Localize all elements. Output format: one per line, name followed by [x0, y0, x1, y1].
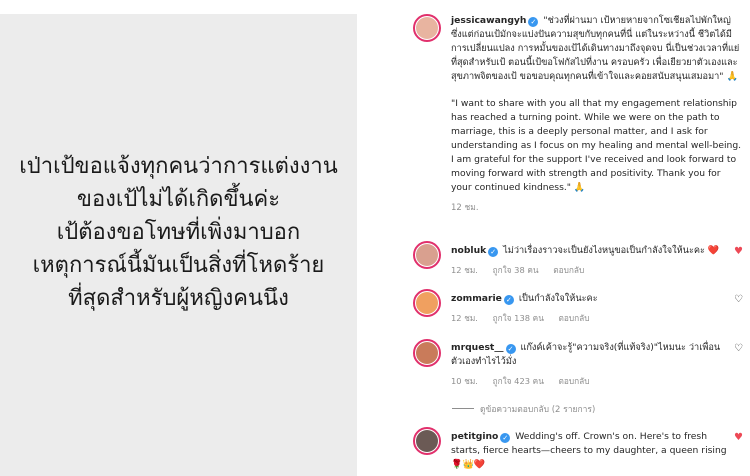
reply-button[interactable]: ตอบกลับ [559, 313, 590, 323]
comment-text: เป็นกำลังใจให้นะคะ [518, 293, 598, 304]
comment-username[interactable]: zommarie [451, 293, 502, 304]
comment-username[interactable]: mrquest__ [451, 342, 504, 353]
announcement-line: เป้ต้องขอโทษที่เพิ่งมาบอก [56, 219, 301, 245]
announcement-text: เป่าเป้ขอแจ้งทุกคนว่าการแต่งงาน ของเป้ไม… [19, 150, 338, 315]
post-username[interactable]: jessicawangyh [451, 15, 526, 26]
comment-username[interactable]: nobluk [451, 245, 486, 256]
like-heart-icon[interactable]: ♥ [734, 433, 744, 443]
avatar [416, 17, 438, 39]
reply-button[interactable]: ตอบกลับ [553, 265, 584, 275]
announcement-line: ของเป้ไม่ได้เกิดขึ้นค่ะ [76, 186, 281, 212]
announcement-line: ที่สุดสำหรับผู้หญิงคนนึง [68, 285, 289, 311]
comment-username[interactable]: petitgino [451, 431, 498, 442]
comment-avatar[interactable] [413, 289, 441, 317]
announcement-panel: เป่าเป้ขอแจ้งทุกคนว่าการแต่งงาน ของเป้ไม… [0, 14, 357, 476]
avatar [416, 430, 438, 452]
post-author-avatar[interactable] [413, 14, 441, 42]
comment-item: zommarie ✓ เป็นกำลังใจให้นะคะ 12 ชม. ถูกใ… [451, 292, 731, 325]
comment-likes[interactable]: ถูกใจ 423 คน [493, 376, 544, 386]
comment-avatar[interactable] [413, 339, 441, 367]
comment-item: mrquest__ ✓ แก๊งค์เค้าจะรู้"ความจริง(ที่แ… [451, 341, 731, 388]
announcement-line: เหตุการณ์นี้มันเป็นสิ่งที่โหดร้าย [32, 252, 325, 278]
comment-avatar[interactable] [413, 427, 441, 455]
verified-badge-icon: ✓ [505, 344, 516, 354]
post-caption: jessicawangyh ✓ "ช่วงที่ผ่านมา เป้หายหายจ… [451, 14, 743, 215]
view-replies-label: ดูข้อความตอบกลับ (2 รายการ) [480, 405, 596, 415]
comment-item: nobluk ✓ ไม่ว่าเรื่องราวจะเป็นยังไงหนูขอเ… [451, 244, 731, 277]
comment-avatar[interactable] [413, 241, 441, 269]
verified-badge-icon: ✓ [503, 295, 514, 305]
divider [452, 408, 474, 409]
verified-badge-icon: ✓ [488, 247, 499, 257]
comment-text: ไม่ว่าเรื่องราวจะเป็นยังไงหนูขอเป็นกำลัง… [503, 245, 720, 256]
announcement-line: เป่าเป้ขอแจ้งทุกคนว่าการแต่งงาน [19, 153, 338, 179]
comment-time: 12 ชม. [451, 265, 478, 275]
caption-english: "I want to share with you all that my en… [451, 98, 742, 193]
comment-time: 10 ชม. [451, 376, 478, 386]
reply-button[interactable]: ตอบกลับ [559, 376, 590, 386]
comment-likes[interactable]: ถูกใจ 38 คน [493, 265, 539, 275]
comment-item: petitgino ✓ Wedding's off. Crown's on. He… [451, 430, 731, 472]
avatar [416, 244, 438, 266]
comment-time: 12 ชม. [451, 313, 478, 323]
instagram-comments-panel: jessicawangyh ✓ "ช่วงที่ผ่านมา เป้หายหายจ… [357, 0, 750, 476]
like-heart-icon[interactable]: ♡ [734, 344, 744, 354]
post-timestamp: 12 ชม. [451, 203, 479, 213]
view-replies-link[interactable]: ดูข้อความตอบกลับ (2 รายการ) [452, 402, 595, 416]
comment-likes[interactable]: ถูกใจ 138 คน [493, 313, 544, 323]
like-heart-icon[interactable]: ♥ [734, 247, 744, 257]
verified-badge-icon: ✓ [500, 433, 511, 443]
verified-badge-icon: ✓ [528, 17, 539, 27]
avatar [416, 292, 438, 314]
avatar [416, 342, 438, 364]
like-heart-icon[interactable]: ♡ [734, 295, 744, 305]
